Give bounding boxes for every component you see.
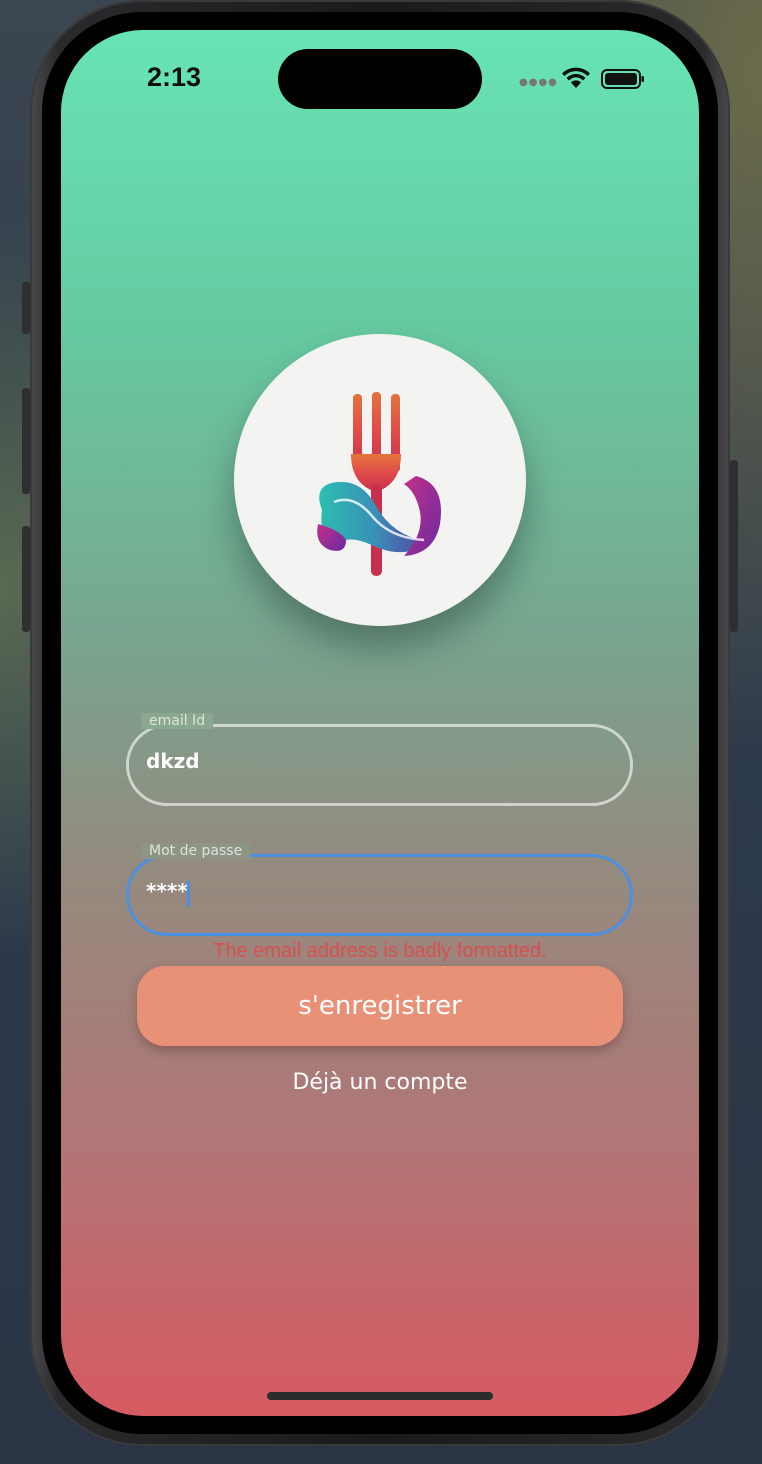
password-input[interactable]: ****: [146, 879, 188, 903]
cellular-signal-icon: ●●●●: [519, 77, 558, 88]
wifi-icon: [562, 67, 590, 88]
password-field-label: Mot de passe: [141, 843, 251, 859]
action-button: [22, 282, 30, 334]
email-input[interactable]: dkzd: [146, 749, 200, 773]
app-logo: [234, 334, 526, 626]
fork-logo-icon: [317, 392, 441, 576]
dynamic-island: [278, 49, 482, 109]
email-field[interactable]: email Id dkzd: [126, 713, 633, 806]
password-field[interactable]: Mot de passe ****: [126, 843, 633, 936]
existing-account-link[interactable]: Déjà un compte: [61, 1070, 699, 1095]
volume-up-button: [22, 388, 30, 494]
phone-screen: 2:13 ●●●● email Id dkzd Mot de passe ***…: [61, 30, 699, 1416]
volume-down-button: [22, 526, 30, 632]
register-button[interactable]: s'enregistrer: [137, 966, 623, 1046]
email-field-label: email Id: [141, 713, 214, 729]
error-message: The email address is badly formatted.: [213, 940, 547, 962]
status-time: 2:13: [147, 62, 202, 92]
home-indicator[interactable]: [267, 1392, 493, 1400]
battery-icon: [601, 69, 644, 89]
status-icons: ●●●●: [519, 66, 659, 90]
power-button: [730, 460, 738, 632]
text-caret: [187, 881, 190, 907]
